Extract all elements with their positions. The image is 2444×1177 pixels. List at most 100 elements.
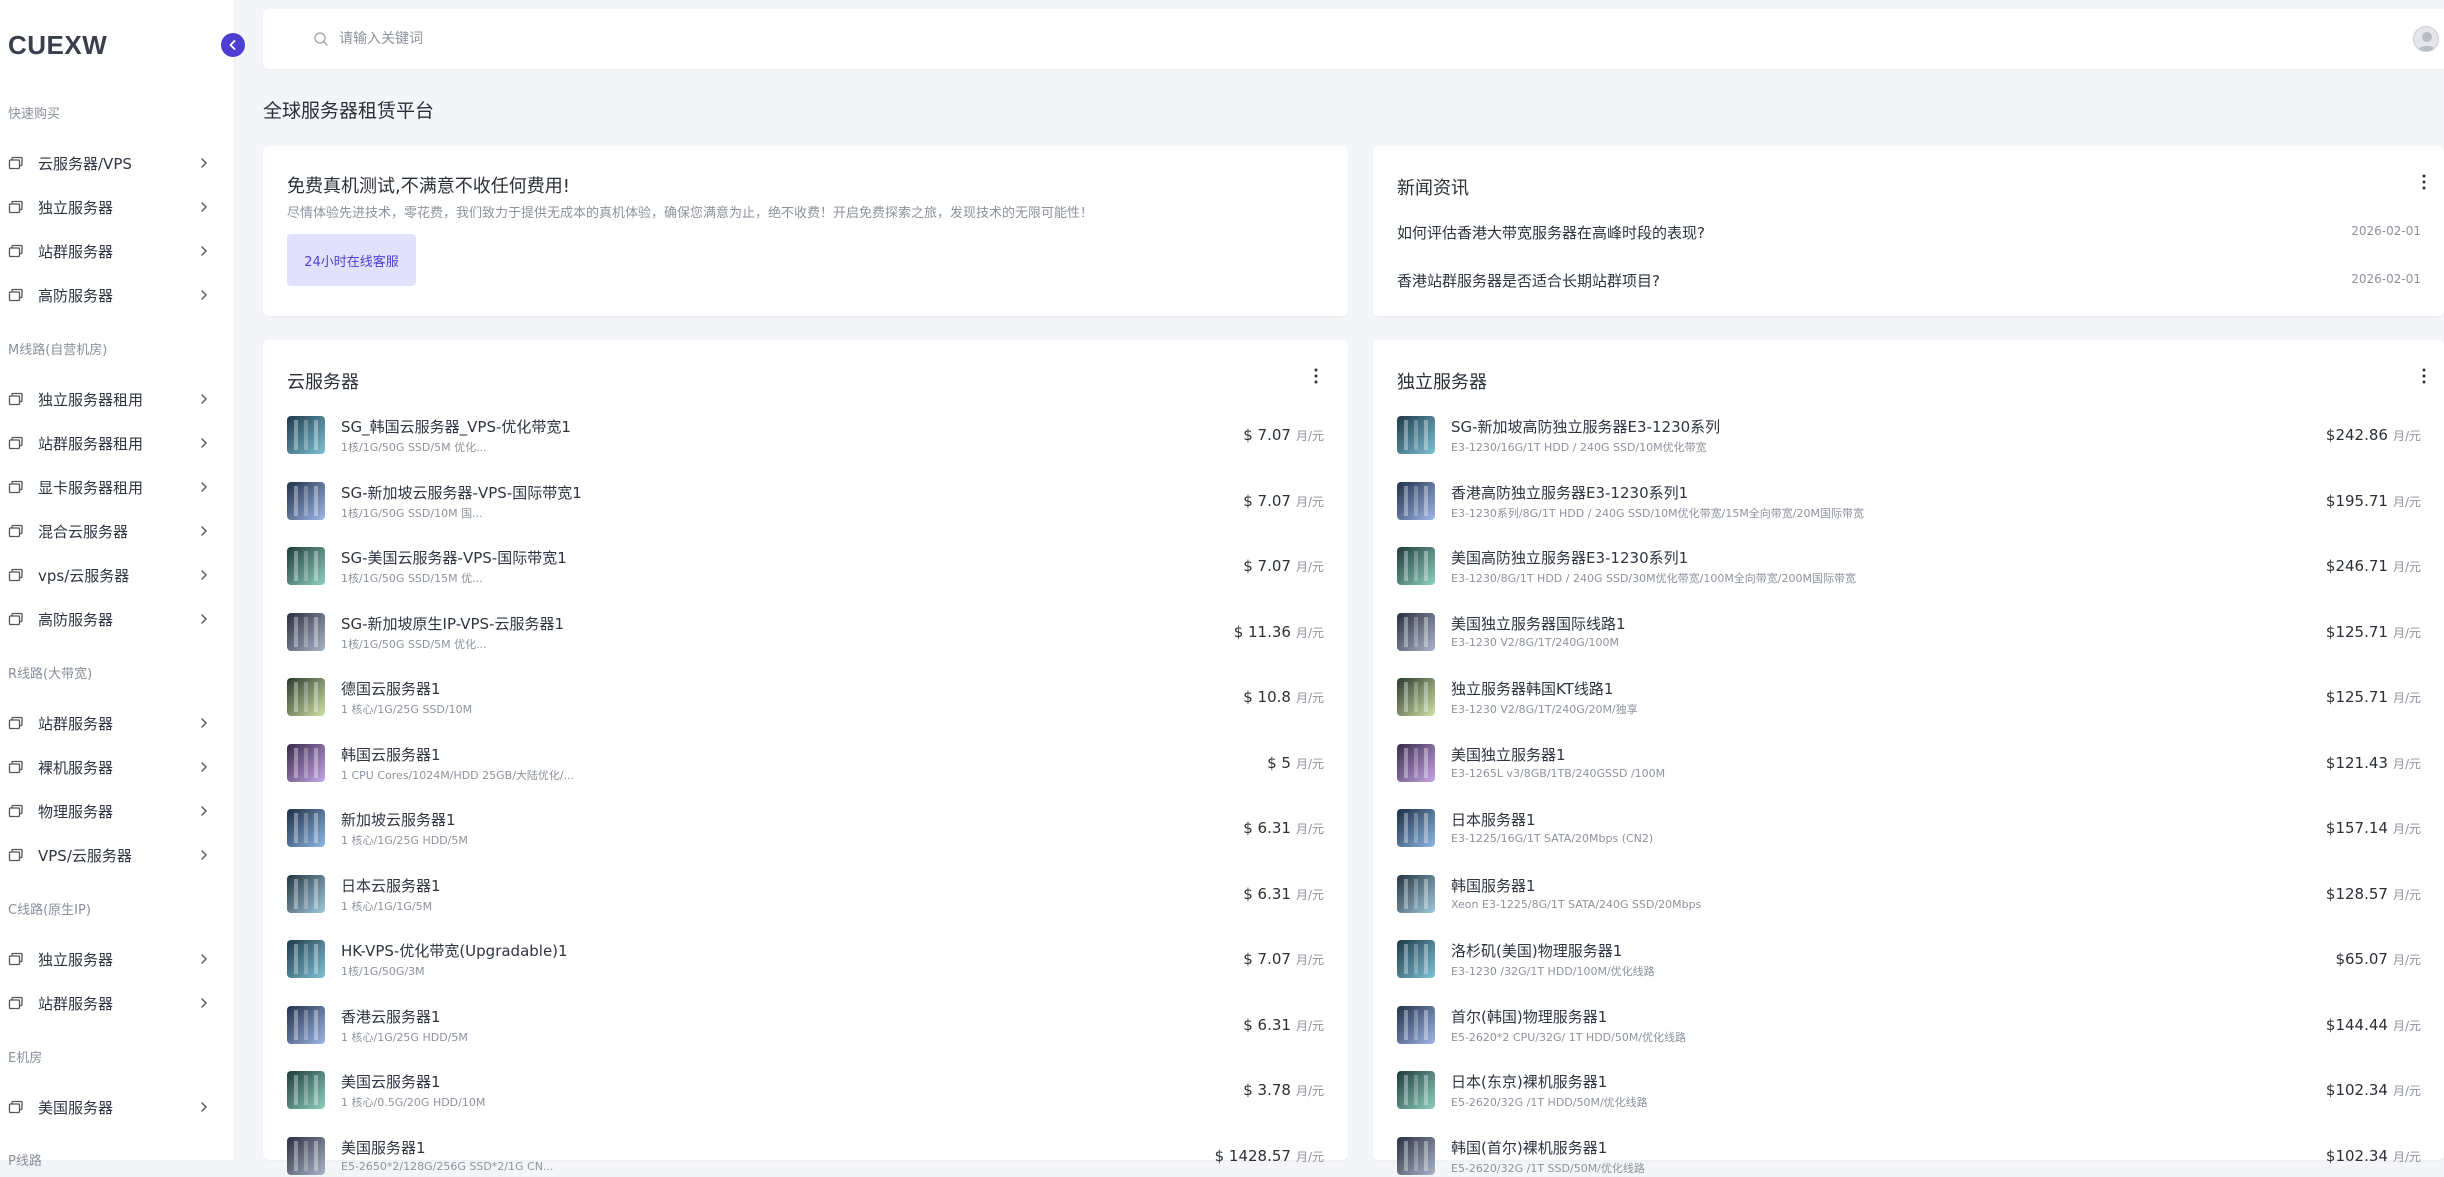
sidebar-item-m-hybrid[interactable]: 混合云服务器: [0, 515, 220, 547]
product-row[interactable]: SG-新加坡高防独立服务器E3-1230系列 E3-1230/16G/1T HDD…: [1397, 416, 2421, 456]
sidebar-item-m-ddos[interactable]: 高防服务器: [0, 603, 220, 635]
product-row[interactable]: 日本云服务器1 1 核心/1G/1G/5M $ 6.31 月/元: [287, 874, 1324, 915]
sidebar-item-m-vps[interactable]: vps/云服务器: [0, 559, 220, 591]
product-name: 美国独立服务器国际线路1: [1451, 614, 1626, 633]
product-name: SG_韩国云服务器_VPS-优化带宽1: [341, 418, 571, 436]
sidebar-item-r-vps[interactable]: VPS/云服务器: [0, 839, 220, 871]
sidebar-item-label: 高防服务器: [38, 610, 114, 629]
product-row[interactable]: 美国独立服务器国际线路1 E3-1230 V2/8G/1T/240G/100M $1…: [1397, 612, 2421, 653]
server-icon: [8, 759, 24, 775]
product-row[interactable]: SG_韩国云服务器_VPS-优化带宽1 1核/1G/50G SSD/5M 优化..…: [287, 416, 1324, 456]
online-support-button[interactable]: 24小时在线客服: [287, 234, 416, 286]
product-row[interactable]: 新加坡云服务器1 1 核心/1G/25G HDD/5M $ 6.31 月/元: [287, 809, 1324, 849]
product-name: 韩国服务器1: [1451, 876, 1536, 895]
search-input[interactable]: [337, 25, 937, 53]
product-row[interactable]: SG-新加坡原生IP-VPS-云服务器1 1核/1G/50G SSD/5M 优化.…: [287, 612, 1324, 653]
sidebar-item-label: 独立服务器租用: [38, 390, 144, 409]
server-thumbnail: [287, 612, 325, 651]
product-row[interactable]: 德国云服务器1 1 核心/1G/25G SSD/10M $ 10.8 月/元: [287, 678, 1324, 718]
product-price: $246.71 月/元: [2326, 557, 2421, 575]
chevron-right-icon: [201, 850, 207, 860]
sidebar-item-label: 混合云服务器: [38, 522, 129, 541]
product-row[interactable]: 韩国(首尔)裸机服务器1 E5-2620/32G /1T SSD/50M/优化线路…: [1397, 1136, 2421, 1177]
sidebar-item-site-cluster[interactable]: 站群服务器: [0, 235, 220, 267]
collapse-sidebar-button[interactable]: [221, 33, 245, 57]
product-price: $ 1428.57 月/元: [1215, 1147, 1324, 1165]
product-price: $242.86 月/元: [2326, 426, 2421, 444]
product-row[interactable]: SG-新加坡云服务器-VPS-国际带宽1 1核/1G/50G SSD/10M 国.…: [287, 481, 1324, 522]
more-vertical-icon[interactable]: [2421, 172, 2427, 192]
sidebar-item-r-baremetal[interactable]: 裸机服务器: [0, 751, 220, 783]
news-item[interactable]: 香港站群服务器是否适合长期站群项目? 2026-02-01: [1397, 270, 2421, 294]
chevron-right-icon: [201, 762, 207, 772]
price-unit: 月/元: [1295, 756, 1324, 771]
server-thumbnail: [287, 940, 325, 978]
price-value: $ 7.07: [1243, 557, 1291, 575]
server-thumbnail: [1397, 481, 1435, 520]
product-name: SG-新加坡高防独立服务器E3-1230系列: [1451, 418, 1721, 436]
server-thumbnail: [287, 809, 325, 847]
product-row[interactable]: 日本服务器1 E3-1225/16G/1T SATA/20Mbps (CN2) $1…: [1397, 809, 2421, 849]
sidebar-item-ddos[interactable]: 高防服务器: [0, 279, 220, 311]
product-spec: E3-1230/8G/1T HDD / 240G SSD/30M优化带宽/100…: [1451, 572, 1857, 585]
product-spec: E3-1230 V2/8G/1T/240G/100M: [1451, 635, 1620, 649]
product-price: $157.14 月/元: [2326, 819, 2421, 837]
product-name: 首尔(韩国)物理服务器1: [1451, 1007, 1608, 1026]
cloud-servers-card: 云服务器 SG_韩国云服务器_VPS-优化带宽1 1核/1G/50G SSD/5M…: [263, 340, 1348, 1175]
more-vertical-icon[interactable]: [2421, 366, 2427, 386]
product-row[interactable]: 韩国云服务器1 1 CPU Cores/1024M/HDD 25GB/大陆优化/.…: [287, 743, 1324, 784]
sidebar-item-e-us[interactable]: 美国服务器: [0, 1091, 220, 1123]
product-row[interactable]: 香港高防独立服务器E3-1230系列1 E3-1230系列/8G/1T HDD /…: [1397, 481, 2421, 522]
page-title: 全球服务器租赁平台: [263, 100, 435, 122]
server-icon: [8, 391, 24, 407]
server-thumbnail: [1397, 1136, 1435, 1175]
product-row[interactable]: 香港云服务器1 1 核心/1G/25G HDD/5M $ 6.31 月/元: [287, 1005, 1324, 1046]
sidebar-item-dedicated[interactable]: 独立服务器: [0, 191, 220, 223]
sidebar-item-c-dedicated[interactable]: 独立服务器: [0, 943, 220, 975]
price-value: $ 5: [1267, 753, 1291, 772]
sidebar-item-cloud-vps[interactable]: 云服务器/VPS: [0, 147, 220, 179]
cloud-servers-title: 云服务器: [287, 372, 359, 393]
product-row[interactable]: 韩国服务器1 Xeon E3-1225/8G/1T SATA/240G SSD/2…: [1397, 874, 2421, 915]
product-row[interactable]: 首尔(韩国)物理服务器1 E5-2620*2 CPU/32G/ 1T HDD/50…: [1397, 1005, 2421, 1046]
product-row[interactable]: 美国独立服务器1 E3-1265L v3/8GB/1TB/240GSSD /100…: [1397, 743, 2421, 784]
user-avatar[interactable]: [2413, 26, 2439, 52]
product-name: SG-美国云服务器-VPS-国际带宽1: [341, 549, 567, 567]
search-icon: [314, 32, 328, 46]
product-row[interactable]: 美国高防独立服务器E3-1230系列1 E3-1230/8G/1T HDD / 2…: [1397, 547, 2421, 587]
logo[interactable]: CUEXW: [8, 30, 107, 61]
sidebar-item-r-physical[interactable]: 物理服务器: [0, 795, 220, 827]
sidebar-item-m-dedicated[interactable]: 独立服务器租用: [0, 383, 220, 415]
more-vertical-icon[interactable]: [1313, 366, 1319, 386]
sidebar-item-label: 站群服务器租用: [38, 434, 144, 453]
product-row[interactable]: 美国服务器1 E5-2650*2/128G/256G SSD*2/1G CN...…: [287, 1136, 1324, 1177]
product-row[interactable]: 日本(东京)裸机服务器1 E5-2620/32G /1T HDD/50M/优化线路…: [1397, 1071, 2421, 1111]
product-price: $65.07 月/元: [2335, 950, 2421, 968]
nav-section-title: M线路(自营机房): [8, 343, 108, 358]
price-unit: 月/元: [1295, 953, 1324, 967]
product-row[interactable]: 洛杉矶(美国)物理服务器1 E3-1230 /32G/1T HDD/100M/优化…: [1397, 940, 2421, 980]
price-unit: 月/元: [1295, 1018, 1324, 1033]
server-thumbnail: [287, 1005, 325, 1044]
product-name: 香港云服务器1: [341, 1007, 441, 1026]
product-row[interactable]: 美国云服务器1 1 核心/0.5G/20G HDD/10M $ 3.78 月/元: [287, 1071, 1324, 1111]
product-spec: 1 核心/1G/25G SSD/10M: [341, 703, 473, 716]
sidebar-item-m-site-cluster[interactable]: 站群服务器租用: [0, 427, 220, 459]
nav-section-title: R线路(大带宽): [8, 667, 93, 682]
sidebar-item-r-site-cluster[interactable]: 站群服务器: [0, 707, 220, 739]
news-item[interactable]: 如何评估香港大带宽服务器在高峰时段的表现? 2026-02-01: [1397, 222, 2421, 246]
server-thumbnail: [287, 481, 325, 520]
nav-section-title: 快速购买: [8, 107, 61, 122]
product-row[interactable]: 独立服务器韩国KT线路1 E3-1230 V2/8G/1T/240G/20M/独享…: [1397, 678, 2421, 718]
product-row[interactable]: SG-美国云服务器-VPS-国际带宽1 1核/1G/50G SSD/15M 优..…: [287, 547, 1324, 587]
chevron-right-icon: [201, 954, 207, 964]
nav-section-title: C线路(原生IP): [8, 903, 91, 918]
sidebar-item-label: 站群服务器: [38, 994, 114, 1013]
product-row[interactable]: HK-VPS-优化带宽(Upgradable)1 1核/1G/50G/3M $ 7.…: [287, 940, 1324, 980]
chevron-right-icon: [201, 570, 207, 580]
sidebar-item-m-gpu[interactable]: 显卡服务器租用: [0, 471, 220, 503]
chevron-right-icon: [201, 1102, 207, 1112]
product-spec: E5-2620/32G /1T SSD/50M/优化线路: [1451, 1161, 1645, 1175]
product-spec: 1 核心/1G/25G HDD/5M: [341, 1030, 468, 1044]
sidebar-item-c-site-cluster[interactable]: 站群服务器: [0, 987, 220, 1019]
